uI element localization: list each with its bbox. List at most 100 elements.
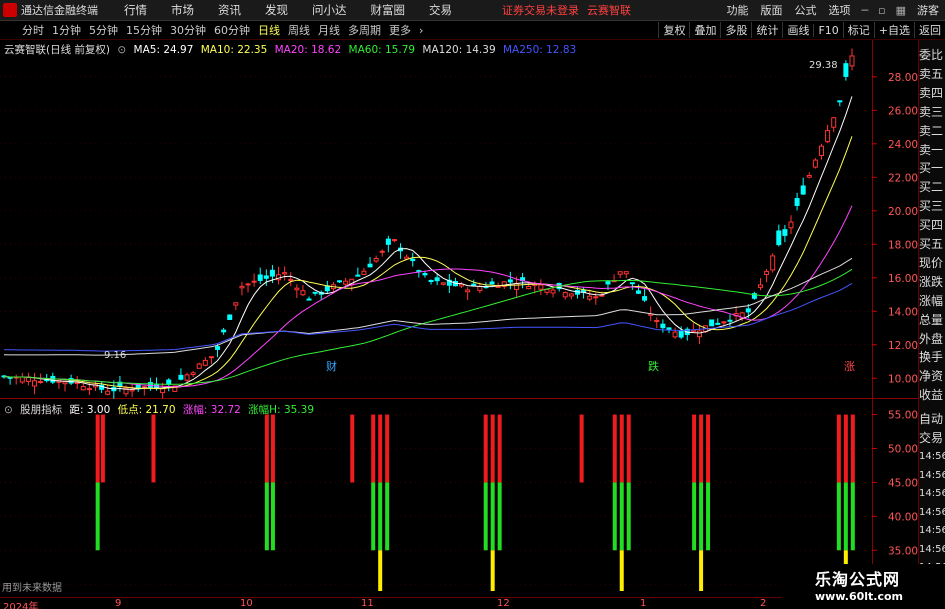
ind-tick-label: 50.00	[888, 444, 918, 456]
candle-body	[147, 382, 153, 388]
period-weekly[interactable]: 周线	[284, 22, 314, 38]
candle-body	[800, 185, 806, 195]
x-tick-jan: 1	[640, 598, 647, 609]
candle-body	[849, 55, 855, 67]
quote-field-label: 卖四	[919, 85, 944, 100]
stats-button[interactable]: 统计	[751, 22, 782, 38]
menu-ask[interactable]: 问小达	[300, 2, 359, 18]
candle-body	[434, 277, 440, 282]
menu-discover[interactable]: 发现	[253, 2, 300, 18]
marker-finance[interactable]: 财	[326, 359, 337, 373]
period-30min[interactable]: 30分钟	[166, 22, 210, 38]
signal-bar	[612, 482, 617, 551]
quote-field-label: 收益	[919, 388, 944, 403]
mark-button[interactable]: 标记	[842, 22, 874, 38]
multi-stock-button[interactable]: 多股	[720, 22, 751, 38]
candle-body	[160, 388, 166, 394]
indicator-settings-icon[interactable]: ⊙	[4, 404, 13, 416]
menu-options[interactable]: 选项	[823, 2, 857, 18]
trade-tick-label: 14:56	[919, 525, 945, 536]
watermark: 乐淘公式网 www.60lt.com	[782, 564, 945, 609]
draw-line-button[interactable]: 画线	[782, 22, 813, 38]
signal-bar	[264, 482, 269, 551]
period-intraday[interactable]: 分时	[18, 22, 48, 38]
candle-body	[672, 331, 678, 338]
restore-icon[interactable]: ▫	[873, 4, 890, 17]
watermark-title: 乐淘公式网	[815, 570, 901, 589]
candle-body	[465, 289, 471, 293]
login-notice[interactable]: 证券交易未登录	[498, 2, 583, 18]
period-5min[interactable]: 5分钟	[85, 22, 122, 38]
signal-bar	[836, 414, 841, 483]
marker-drop[interactable]: 跌	[648, 359, 659, 373]
candle-body	[788, 221, 794, 229]
guest-label[interactable]: 游客	[911, 2, 945, 18]
indicator-chart[interactable]: 30.0035.0040.0045.0050.0055.00 用到未来数据	[0, 399, 918, 597]
candle-body	[373, 257, 379, 262]
candle-body	[629, 282, 635, 285]
candlestick-chart[interactable]: 10.00 12.00 14.00 16.00 18.00 20.00 22.00 24.00…	[0, 40, 918, 399]
period-15min[interactable]: 15分钟	[122, 22, 166, 38]
period-toolbar: 分时 1分钟 5分钟 15分钟 30分钟 60分钟 日线 周线 月线 多周期 更…	[0, 21, 945, 40]
menu-trade[interactable]: 交易	[417, 2, 464, 18]
period-60min[interactable]: 60分钟	[210, 22, 254, 38]
price-tick-label: 20.00	[888, 206, 918, 218]
candle-body	[721, 321, 727, 324]
signal-bar	[371, 482, 376, 551]
candle-body	[208, 356, 214, 359]
quote-field-label: 卖二	[919, 123, 944, 138]
back-button[interactable]: 返回	[914, 22, 945, 38]
period-monthly[interactable]: 月线	[314, 22, 344, 38]
menu-wealth[interactable]: 财富圈	[359, 2, 418, 18]
price-high-label: 29.38	[809, 60, 838, 71]
indicator-name[interactable]: 股朋指标	[20, 404, 62, 416]
menu-functions[interactable]: 功能	[721, 2, 755, 18]
quote-field-label: 买一	[919, 161, 944, 176]
candle-body	[818, 145, 824, 157]
trade-tick-label: 14:56	[919, 469, 945, 481]
overlay-button[interactable]: 叠加	[689, 22, 720, 38]
candle-body	[642, 296, 648, 301]
marker-rise[interactable]: 涨	[844, 360, 855, 373]
more-chevron-icon[interactable]: ›	[415, 24, 427, 37]
signal-bar	[497, 482, 502, 551]
skin-icon[interactable]: ▦	[891, 4, 911, 17]
trade-tick-label: 自动	[919, 412, 944, 426]
period-1min[interactable]: 1分钟	[48, 22, 85, 38]
menu-quotes[interactable]: 行情	[112, 2, 159, 18]
candle-body	[428, 279, 434, 282]
period-daily[interactable]: 日线	[254, 22, 284, 38]
quote-side-panel[interactable]: 委比 卖五 卖四 卖三 卖二 卖一 买一 买二 买三 买四 买五 现价 涨跌 涨幅 总量 外盘 换手 净资 收益 自动…	[918, 40, 945, 609]
signal-bar	[378, 482, 383, 551]
menu-layout[interactable]: 版面	[755, 2, 789, 18]
x-tick-feb: 2	[760, 598, 767, 609]
ind-tick-label: 45.00	[888, 477, 918, 489]
x-tick-sep: 9	[115, 598, 122, 609]
adjust-button[interactable]: 复权	[658, 22, 689, 38]
minimize-icon[interactable]: ─	[857, 4, 874, 17]
menu-news[interactable]: 资讯	[206, 2, 253, 18]
candle-body	[190, 372, 196, 376]
period-multi[interactable]: 多周期	[344, 22, 385, 38]
menu-bar: 通达信金融终端 行情 市场 资讯 发现 问小达 财富圈 交易 证券交易未登录 云…	[0, 0, 945, 21]
signal-bar	[371, 414, 376, 483]
f10-button[interactable]: F10	[813, 23, 842, 37]
price-tick-label: 18.00	[888, 239, 918, 251]
ind-tick-label: 35.00	[888, 545, 918, 557]
quote-field-label: 卖五	[919, 66, 944, 81]
add-watchlist-button[interactable]: +自选	[873, 22, 914, 38]
candle-body	[251, 280, 257, 283]
candle-body	[587, 295, 593, 300]
ind-tick-label: 40.00	[888, 511, 918, 523]
menu-formula[interactable]: 公式	[789, 2, 823, 18]
candle-body	[477, 286, 483, 292]
candle-body	[80, 386, 86, 391]
menu-market[interactable]: 市场	[159, 2, 206, 18]
signal-bar	[378, 414, 383, 483]
period-more[interactable]: 更多	[385, 22, 415, 38]
candle-body	[355, 274, 361, 277]
candle-body	[32, 380, 38, 387]
candle-body	[294, 287, 300, 291]
x-tick-nov: 11	[361, 598, 374, 609]
ma-settings-icon[interactable]: ⊙	[117, 44, 126, 56]
